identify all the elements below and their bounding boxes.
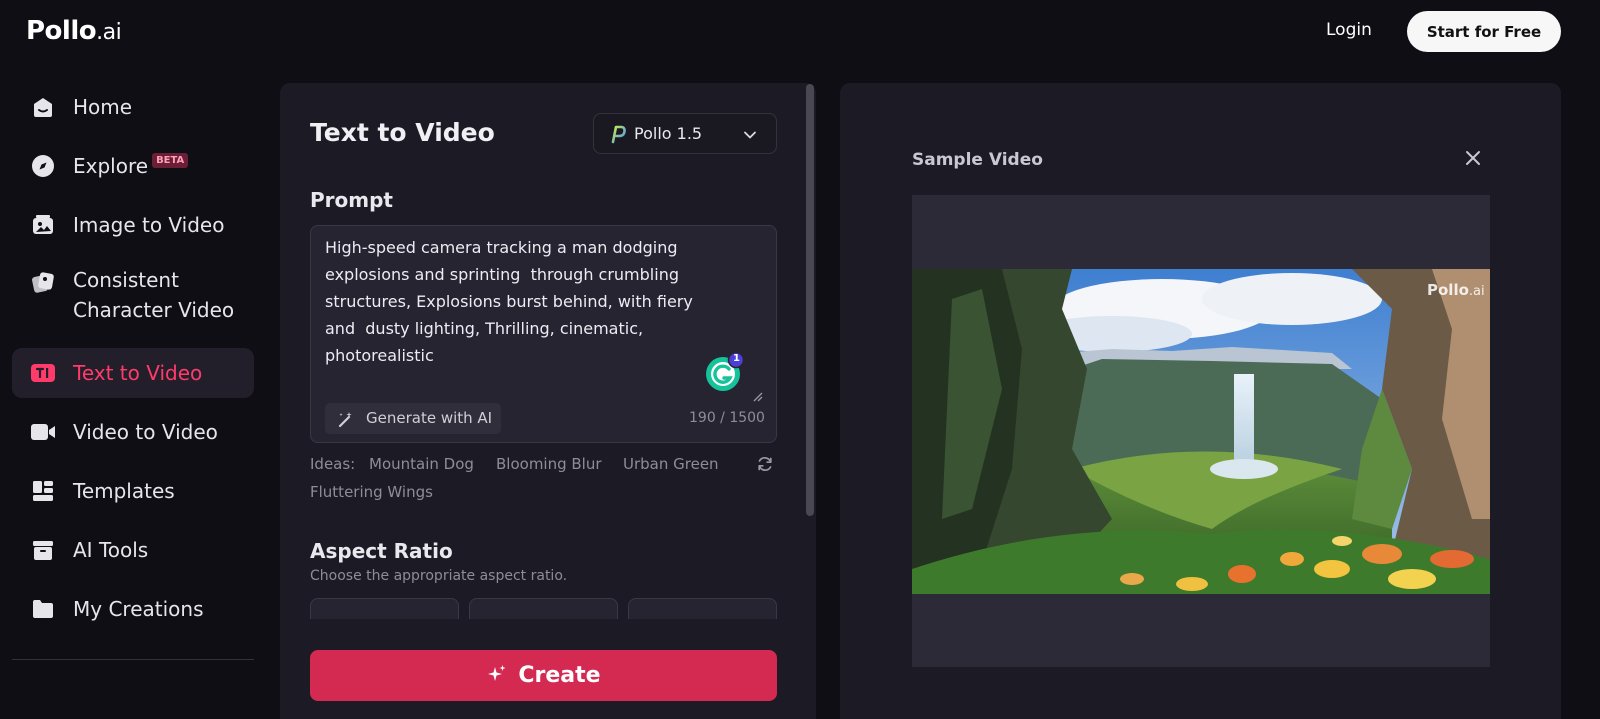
- sidebar-item-label: Text to Video: [73, 361, 203, 385]
- sample-video-thumbnail[interactable]: Pollo.ai: [912, 269, 1490, 594]
- ideas-label: Ideas:: [310, 455, 356, 473]
- panel-scrollbar[interactable]: [806, 84, 814, 516]
- resize-handle-icon[interactable]: [751, 387, 763, 406]
- sidebar-item-templates[interactable]: Templates: [12, 466, 254, 516]
- start-for-free-button[interactable]: Start for Free: [1407, 11, 1561, 52]
- sidebar-item-label: AI Tools: [73, 538, 149, 562]
- text-to-video-panel: Text to Video Pollo 1.5 Prompt High-spee…: [280, 83, 816, 719]
- sidebar-divider: [12, 659, 254, 660]
- sidebar-item-label: Explore: [73, 154, 149, 178]
- sidebar-item-my-creations[interactable]: My Creations: [12, 584, 254, 634]
- idea-chip[interactable]: Blooming Blur: [496, 455, 602, 473]
- compass-icon: [30, 153, 56, 179]
- logo-suffix: .ai: [96, 20, 122, 45]
- model-select[interactable]: Pollo 1.5: [593, 113, 777, 154]
- toolbox-icon: [30, 537, 56, 563]
- generate-with-ai-label: Generate with AI: [366, 409, 493, 427]
- beta-badge: BETA: [152, 153, 189, 168]
- create-label: Create: [518, 663, 601, 688]
- character-icon: [30, 269, 56, 295]
- login-link[interactable]: Login: [1326, 20, 1372, 40]
- sample-video-panel: Sample Video Pollo.ai: [840, 83, 1561, 719]
- grammarly-icon[interactable]: 1: [705, 351, 745, 392]
- prompt-textarea[interactable]: High-speed camera tracking a man dodging…: [310, 225, 777, 443]
- sidebar-item-text-to-video[interactable]: Text to Video: [12, 348, 254, 398]
- sidebar-item-image-to-video[interactable]: Image to Video: [12, 200, 254, 250]
- prompt-heading: Prompt: [310, 188, 393, 212]
- chevron-down-icon: [743, 127, 757, 146]
- image-video-icon: [30, 212, 56, 238]
- model-label: Pollo 1.5: [634, 124, 703, 143]
- idea-chip[interactable]: Mountain Dog: [369, 455, 474, 473]
- sidebar-item-video-to-video[interactable]: Video to Video: [12, 407, 254, 457]
- pollo-watermark: Pollo.ai: [1427, 281, 1485, 299]
- sidebar-item-label: Home: [73, 95, 133, 119]
- generate-with-ai-button[interactable]: Generate with AI: [325, 403, 501, 434]
- text-video-icon: [30, 360, 56, 386]
- page-title: Text to Video: [310, 118, 495, 147]
- create-button[interactable]: Create: [310, 650, 777, 701]
- sidebar-item-label: My Creations: [73, 597, 204, 621]
- sparkle-icon: [486, 663, 508, 689]
- sidebar-item-ai-tools[interactable]: AI Tools: [12, 525, 254, 575]
- sidebar-item-consistent-character-video[interactable]: Consistent Character Video: [12, 259, 254, 335]
- sidebar: Home Explore BETA Image to Video Consiste…: [0, 66, 266, 719]
- sidebar-item-explore[interactable]: Explore BETA: [12, 141, 254, 191]
- folder-icon: [30, 596, 56, 622]
- sample-video-title: Sample Video: [912, 150, 1043, 170]
- home-icon: [30, 94, 56, 120]
- aspect-ratio-heading: Aspect Ratio: [310, 539, 453, 563]
- sidebar-item-home[interactable]: Home: [12, 82, 254, 132]
- close-icon[interactable]: [1464, 149, 1482, 171]
- character-count: 190 / 1500: [689, 410, 765, 426]
- sidebar-item-label: Image to Video: [73, 213, 225, 237]
- refresh-ideas-icon[interactable]: [756, 455, 774, 477]
- top-bar: Pollo.ai Login Start for Free: [0, 0, 1600, 66]
- idea-chip[interactable]: Fluttering Wings: [310, 483, 433, 501]
- magic-wand-icon: [337, 410, 355, 432]
- logo-main: Pollo: [26, 16, 97, 46]
- sidebar-item-label: Video to Video: [73, 420, 218, 444]
- aspect-ratio-description: Choose the appropriate aspect ratio.: [310, 568, 568, 584]
- sidebar-item-label: Consistent Character Video: [73, 268, 235, 322]
- pollo-model-icon: [608, 124, 628, 148]
- video-player[interactable]: Pollo.ai: [912, 195, 1490, 667]
- sidebar-item-label: Templates: [73, 479, 175, 503]
- prompt-text[interactable]: High-speed camera tracking a man dodging…: [325, 234, 755, 369]
- grammarly-count: 1: [733, 353, 740, 364]
- idea-chip[interactable]: Urban Green: [623, 455, 719, 473]
- templates-icon: [30, 478, 56, 504]
- logo[interactable]: Pollo.ai: [26, 16, 122, 46]
- video-camera-icon: [30, 419, 56, 445]
